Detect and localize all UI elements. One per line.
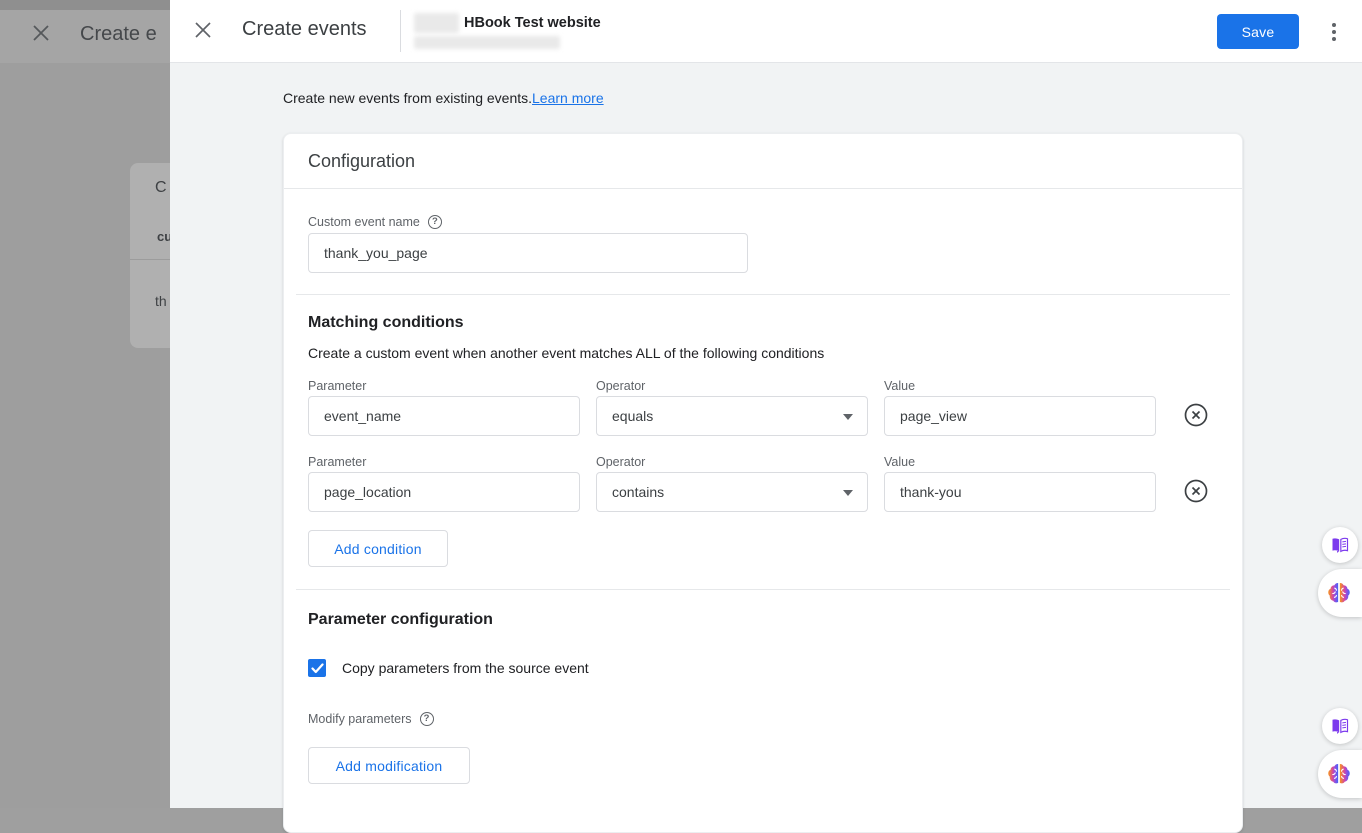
card-divider [296,589,1230,590]
header-divider [400,10,401,52]
matching-conditions-description: Create a custom event when another event… [308,345,824,361]
configuration-title: Configuration [308,151,415,172]
backdrop-close-icon [32,24,50,42]
add-modification-button[interactable]: Add modification [308,747,470,784]
redacted-account-id [414,13,459,33]
card-divider [284,188,1242,189]
remove-condition-icon[interactable] [1183,478,1209,504]
more-options-icon[interactable] [1322,18,1346,46]
backdrop-text-fragment: C [155,179,167,197]
help-icon[interactable]: ? [428,215,442,229]
parameter-column-label: Parameter [308,455,580,469]
value-input[interactable] [884,472,1156,512]
operator-select[interactable]: equals [596,396,868,436]
modify-parameters-label: Modify parameters ? [308,712,434,726]
copy-parameters-checkbox[interactable] [308,659,326,677]
remove-condition-icon[interactable] [1183,402,1209,428]
chevron-down-icon [843,490,853,496]
parameter-configuration-title: Parameter configuration [308,611,493,629]
add-condition-button[interactable]: Add condition [308,530,448,567]
ai-assistant-extension-button[interactable] [1318,569,1362,617]
book-icon [1330,535,1350,555]
backdrop-text-fragment: th [155,293,167,309]
condition-row: Parameter Operator equals Value [308,379,1220,435]
redacted-property-id [414,36,560,49]
learn-more-link[interactable]: Learn more [532,90,604,106]
ai-assistant-extension-button[interactable] [1318,750,1362,798]
card-divider [296,294,1230,295]
operator-column-label: Operator [596,455,868,469]
brain-icon [1326,761,1352,787]
value-column-label: Value [884,455,1156,469]
custom-event-name-input[interactable] [308,233,748,273]
book-icon [1330,716,1350,736]
value-column-label: Value [884,379,1156,393]
configuration-card: Configuration Custom event name ? Matchi… [283,133,1243,833]
parameter-input[interactable] [308,472,580,512]
intro-description: Create new events from existing events. [283,90,532,106]
intro-text: Create new events from existing events.L… [283,90,604,106]
property-name: HBook Test website [464,15,601,31]
operator-select[interactable]: contains [596,472,868,512]
copy-parameters-row: Copy parameters from the source event [308,659,589,677]
backdrop-dialog-title: Create e [80,23,157,46]
panel-header: Create events HBook Test website Save [170,0,1362,63]
parameter-column-label: Parameter [308,379,580,393]
close-button[interactable] [192,20,214,42]
chevron-down-icon [843,414,853,420]
custom-event-name-label: Custom event name ? [308,215,442,229]
copy-parameters-label: Copy parameters from the source event [342,660,589,676]
reader-extension-button[interactable] [1322,708,1358,744]
condition-row: Parameter Operator contains Value [308,455,1220,511]
operator-column-label: Operator [596,379,868,393]
save-button[interactable]: Save [1217,14,1299,49]
help-icon[interactable]: ? [420,712,434,726]
matching-conditions-title: Matching conditions [308,314,464,332]
create-events-panel: Create events HBook Test website Save Cr… [170,0,1362,808]
reader-extension-button[interactable] [1322,527,1358,563]
brain-icon [1326,580,1352,606]
value-input[interactable] [884,396,1156,436]
panel-body: Create new events from existing events.L… [170,63,1362,808]
parameter-input[interactable] [308,396,580,436]
page-title: Create events [242,18,367,41]
